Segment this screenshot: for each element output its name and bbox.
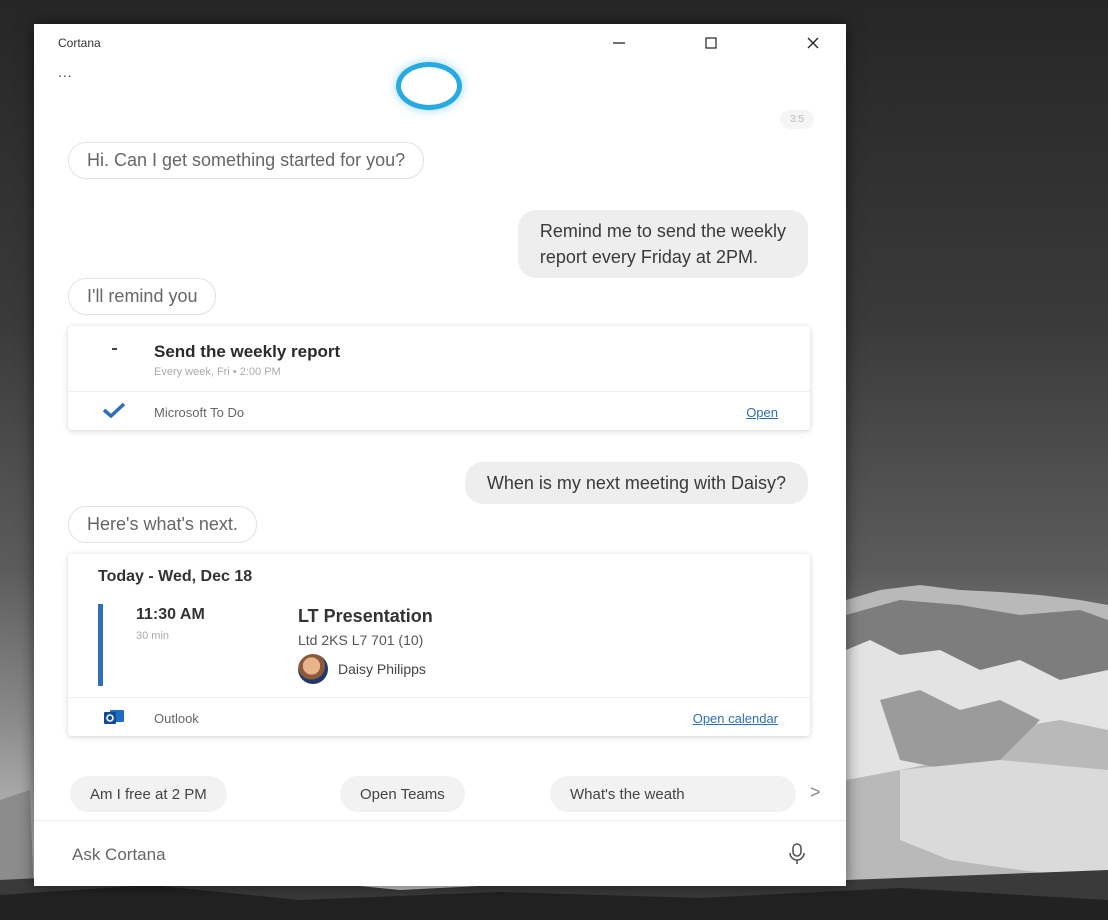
title-bar: Cortana	[34, 24, 846, 60]
maximize-icon	[705, 37, 717, 49]
attendee-name: Daisy Philipps	[338, 661, 426, 677]
calendar-date-header: Today - Wed, Dec 18	[98, 568, 253, 585]
open-todo-link[interactable]: Open	[746, 405, 778, 420]
user-message-bubble: Remind me to send the weekly report ever…	[517, 210, 808, 278]
cortana-window: Cortana ... 3:5 Hi. Can I get something …	[34, 24, 846, 886]
cortana-logo-icon	[396, 62, 462, 110]
cortana-reply-bubble: I'll remind you	[68, 278, 217, 315]
calendar-card[interactable]: Today - Wed, Dec 18 11:30 AM 30 min LT P…	[68, 554, 810, 736]
source-label: Outlook	[154, 711, 199, 726]
calendar-event-bar	[98, 604, 103, 686]
user-message-bubble: When is my next meeting with Daisy?	[464, 462, 808, 504]
event-time: 11:30 AM	[136, 606, 205, 623]
more-options-button[interactable]: ...	[58, 64, 73, 80]
card-footer: Microsoft To Do Open	[68, 391, 810, 430]
chevron-right-icon[interactable]: >	[810, 782, 821, 803]
suggestion-chip[interactable]: What's the weath	[550, 776, 796, 812]
cortana-greeting-bubble: Hi. Can I get something started for you?	[68, 142, 425, 179]
source-label: Microsoft To Do	[154, 405, 245, 420]
avatar	[298, 654, 328, 684]
event-location: Ltd 2KS L7 701 (10)	[298, 632, 424, 648]
outlook-icon	[104, 710, 124, 724]
app-title: Cortana	[58, 36, 101, 50]
card-footer: Outlook Open calendar	[68, 697, 810, 736]
ask-cortana-input[interactable]	[70, 841, 754, 869]
reminder-schedule: Every week, Fri • 2:00 PM	[154, 366, 281, 378]
minimize-button[interactable]	[596, 30, 642, 56]
user-message-line: Remind me to send the weekly	[539, 221, 786, 241]
event-title: LT Presentation	[298, 606, 433, 626]
timestamp-badge: 3:5	[780, 110, 814, 129]
suggestion-chip[interactable]: Open Teams	[340, 776, 465, 812]
microphone-icon[interactable]	[784, 841, 810, 867]
reminder-title: Send the weekly report	[154, 342, 341, 361]
suggestion-chip[interactable]: Am I free at 2 PM	[70, 776, 227, 812]
bullet-icon	[112, 348, 117, 350]
cortana-reply-bubble: Here's what's next.	[68, 506, 257, 543]
close-icon	[807, 37, 819, 49]
event-duration: 30 min	[136, 630, 170, 642]
todo-check-icon	[102, 402, 126, 418]
reminder-card[interactable]: Send the weekly report Every week, Fri •…	[68, 326, 810, 430]
user-message-line: report every Friday at 2PM.	[539, 247, 758, 267]
close-button[interactable]	[790, 30, 836, 56]
minimize-icon	[613, 42, 625, 44]
ask-bar	[34, 820, 846, 887]
maximize-button[interactable]	[688, 30, 734, 56]
open-calendar-link[interactable]: Open calendar	[693, 711, 778, 726]
